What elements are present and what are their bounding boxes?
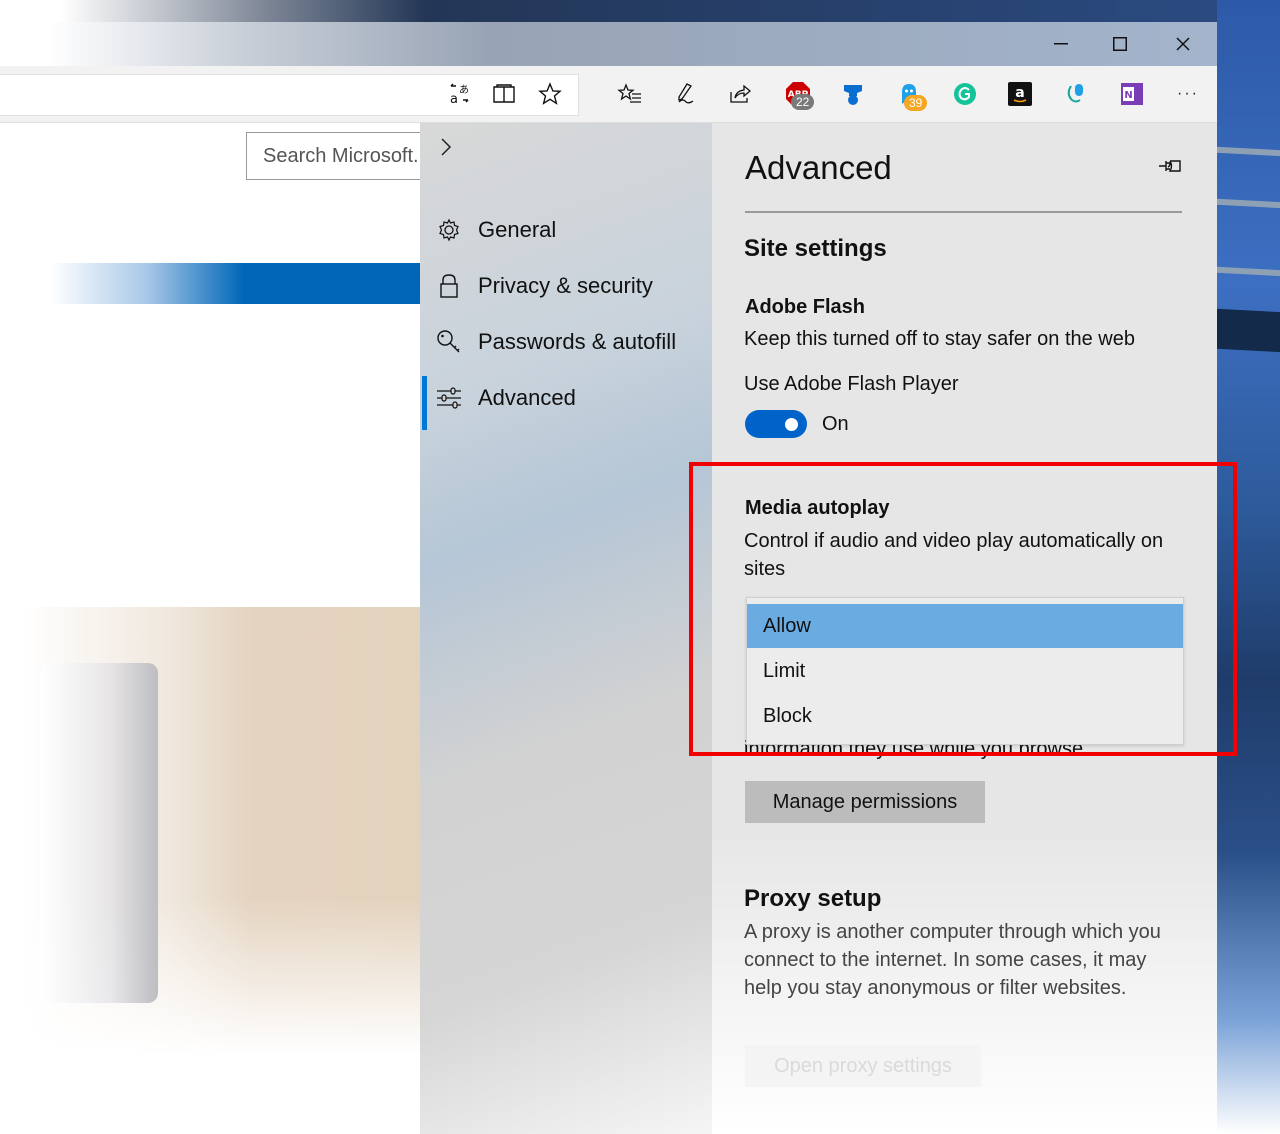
nav-item-privacy-security[interactable]: Privacy & security	[420, 263, 712, 309]
pen-icon	[678, 83, 694, 104]
star-icon	[538, 82, 562, 105]
translate-icon: a あ	[450, 83, 469, 106]
reading-view-icon	[493, 84, 515, 103]
toggle-state-label: On	[822, 413, 849, 435]
share-button[interactable]	[723, 78, 757, 110]
extension-blue-button[interactable]	[836, 78, 870, 110]
desktop-strip	[0, 0, 1217, 22]
onenote-extension[interactable]: N	[1115, 78, 1149, 110]
proxy-description: A proxy is another computer through whic…	[744, 921, 1161, 999]
close-button[interactable]	[1160, 30, 1206, 58]
amazon-icon: a	[1008, 82, 1032, 106]
favorites-hub-button[interactable]	[613, 78, 647, 110]
minimize-icon	[1054, 43, 1068, 45]
dropdown-option-allow[interactable]: Allow	[747, 604, 1183, 648]
more-icon: ···	[1177, 85, 1199, 102]
add-favorite-button[interactable]	[533, 78, 567, 110]
nav-item-passwords-autofill[interactable]: Passwords & autofill	[420, 319, 712, 365]
search-input[interactable]: Search Microsoft.	[246, 132, 436, 180]
mouse-extension[interactable]	[1059, 78, 1093, 110]
pin-icon[interactable]	[1158, 157, 1184, 175]
nav-label: General	[478, 217, 557, 242]
lock-icon	[420, 273, 478, 299]
maximize-button[interactable]	[1097, 30, 1143, 58]
favorites-list-icon	[617, 83, 641, 103]
maximize-icon	[1113, 37, 1127, 51]
translate-button[interactable]: a あ	[443, 78, 477, 110]
mouse-gesture-icon	[1067, 84, 1083, 103]
close-icon	[1176, 37, 1190, 51]
web-note-button[interactable]	[668, 78, 702, 110]
title-bar	[0, 22, 1217, 66]
device-image	[40, 663, 158, 1003]
nav-item-advanced[interactable]: Advanced	[420, 375, 712, 430]
adobe-flash-toggle-label: Use Adobe Flash Player	[744, 373, 959, 395]
amazon-extension[interactable]: a	[1003, 78, 1037, 110]
minimize-button[interactable]	[1038, 30, 1084, 58]
nav-label: Advanced	[478, 385, 576, 410]
reading-view-button[interactable]	[487, 78, 521, 110]
proxy-setup-heading: Proxy setup	[744, 885, 882, 912]
adblock-plus-extension[interactable]: ABP 22	[781, 78, 815, 110]
dropdown-option-block[interactable]: Block	[747, 694, 1183, 738]
adblock-badge: 22	[791, 94, 815, 110]
media-autoplay-heading: Media autoplay	[745, 497, 890, 519]
media-autoplay-description: Control if audio and video play automati…	[744, 530, 1164, 580]
adobe-flash-description: Keep this turned off to stay safer on th…	[744, 328, 1135, 350]
divider	[745, 211, 1182, 213]
svg-text:N: N	[1124, 90, 1132, 101]
svg-text:あ: あ	[459, 84, 469, 96]
open-proxy-settings-button[interactable]: Open proxy settings	[745, 1045, 981, 1087]
collapse-chevron-icon[interactable]	[440, 137, 452, 163]
toggle-knob	[785, 418, 798, 431]
dropdown-option-limit[interactable]: Limit	[747, 649, 1183, 693]
advanced-settings-pane: Advanced Site settings Adobe Flash Keep …	[712, 123, 1217, 1134]
nav-item-general[interactable]: General	[420, 207, 712, 253]
adobe-flash-heading: Adobe Flash	[745, 296, 866, 318]
grammarly-extension[interactable]	[948, 78, 982, 110]
nav-label: Privacy & security	[478, 273, 653, 298]
ghostery-extension[interactable]: 39	[892, 78, 928, 111]
adobe-flash-toggle[interactable]	[745, 410, 807, 438]
page-banner	[0, 263, 420, 304]
grammarly-icon	[954, 83, 976, 105]
gear-icon	[420, 218, 478, 242]
svg-text:a: a	[450, 92, 458, 106]
sliders-icon	[420, 387, 478, 409]
site-settings-heading: Site settings	[744, 235, 887, 262]
nav-label: Passwords & autofill	[478, 329, 677, 354]
ghostery-badge: 39	[904, 95, 928, 111]
browser-toolbar: a あ 22 39 a N ···	[0, 66, 1217, 123]
manage-permissions-button[interactable]: Manage permissions	[745, 781, 985, 823]
web-page: Search Microsoft.	[0, 123, 436, 1134]
more-button[interactable]: ···	[1171, 78, 1205, 110]
blue-extension-icon	[844, 85, 862, 105]
media-autoplay-dropdown[interactable]: Allow Limit Block	[746, 597, 1184, 745]
settings-nav: General Privacy & security Passwords & a…	[420, 123, 712, 1134]
page-title: Advanced	[745, 149, 892, 186]
browser-window: a あ 22 39 a N ··· Search Microsoft. Gene…	[0, 0, 1217, 1134]
svg-text:a: a	[1015, 85, 1024, 101]
onenote-icon: N	[1121, 83, 1143, 105]
key-icon	[420, 329, 478, 355]
share-icon	[730, 84, 752, 103]
